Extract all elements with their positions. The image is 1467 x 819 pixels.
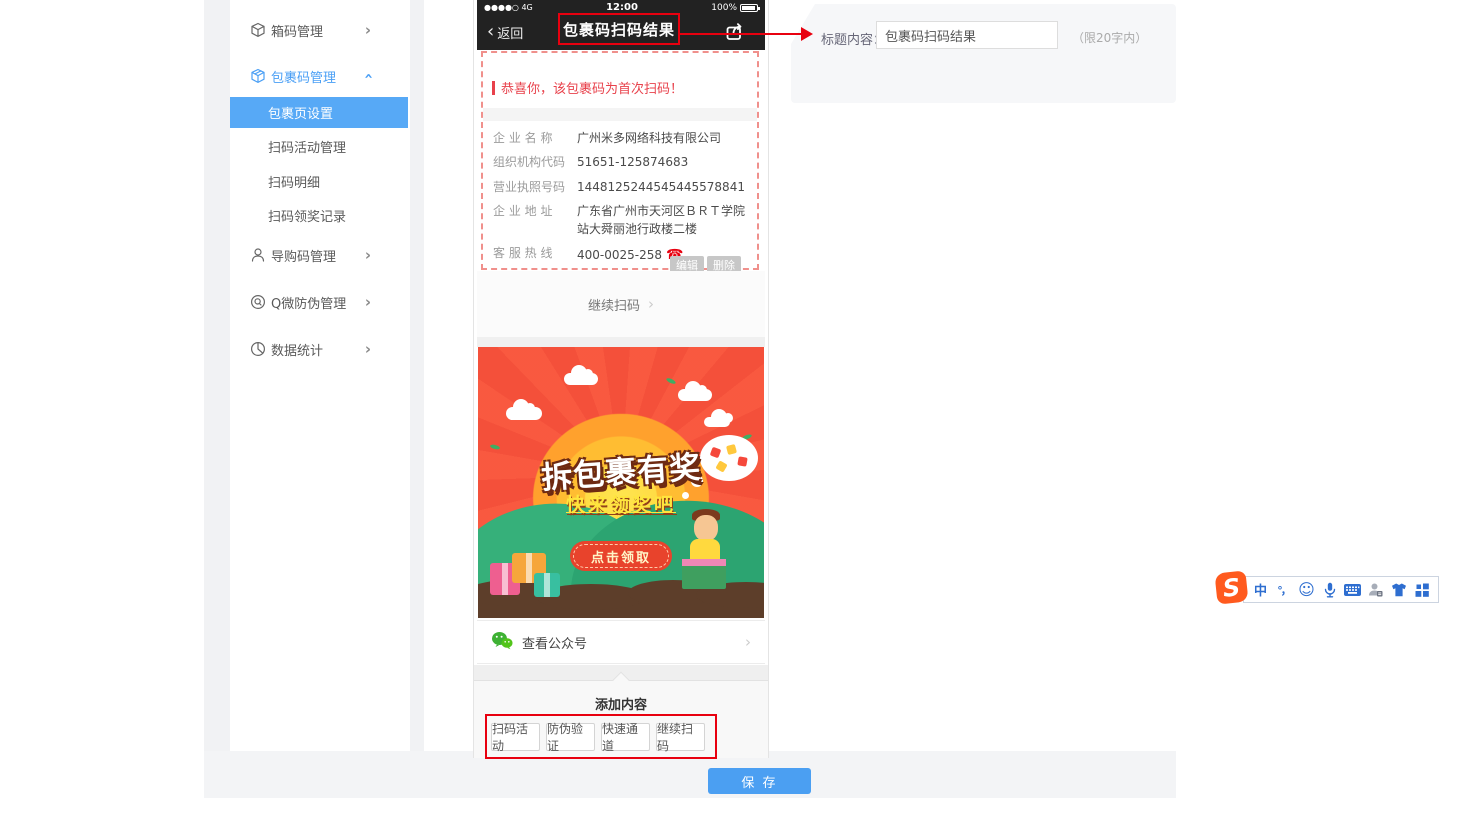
congrats-row: 恭喜你，该包裹码为首次扫码！ [492, 78, 683, 97]
microphone-icon[interactable] [1321, 581, 1339, 599]
official-account-label: 查看公众号 [522, 633, 587, 652]
ime-toolbar: 中 °， ☺ [1216, 572, 1440, 605]
phone-preview: ●●●●○ 4G 12:00 100% ‹ 返回 包裹码扫码结果 [473, 0, 769, 758]
chevron-right-icon: › [360, 246, 376, 264]
toolbox-grid-icon[interactable] [1413, 581, 1431, 599]
box-icon [250, 22, 266, 38]
keyboard-icon[interactable] [1344, 581, 1362, 599]
screen: 箱码管理 › 包裹码管理 › 包裹页设置 扫码活动管理 扫码明细 扫码领奖记录 … [0, 0, 1467, 819]
company-info-card: 恭喜你，该包裹码为首次扫码！ 企 业 名 称 广州米多网络科技有限公司 组织机构… [481, 51, 759, 270]
annotation-arrow-head [801, 27, 813, 41]
cloud [678, 389, 712, 401]
info-row-org-code: 组织机构代码 51651-125874683 [493, 154, 752, 171]
clock: 12:00 [606, 2, 638, 13]
add-continue-scan-button[interactable]: 继续扫码 [656, 723, 705, 751]
save-button[interactable]: 保 存 [708, 768, 811, 794]
gift-box [534, 573, 560, 597]
divider [483, 108, 757, 121]
sidebar-item-data-statistics[interactable]: 数据统计 › [230, 334, 410, 364]
person-icon [250, 247, 266, 263]
congrats-text: 恭喜你，该包裹码为首次扫码！ [501, 78, 683, 97]
add-anti-fake-verify-button[interactable]: 防伪验证 [546, 723, 595, 751]
battery-percent: 100% [711, 3, 737, 13]
add-scan-activity-button[interactable]: 扫码活动 [491, 723, 540, 751]
company-info-rows: 企 业 名 称 广州米多网络科技有限公司 组织机构代码 51651-125874… [493, 130, 752, 272]
sidebar-item-guide-code[interactable]: 导购码管理 › [230, 240, 410, 270]
sidebar-item-label: 导购码管理 [271, 246, 336, 265]
info-row-license-no: 营业执照号码 1448125244545445578841 [493, 179, 752, 196]
chevron-right-icon: › [745, 633, 751, 651]
info-row-address: 企 业 地 址 广东省广州市天河区ＢＲＴ学院站大舜丽池行政楼二楼 [493, 203, 752, 238]
sidebar-right-gutter [410, 0, 424, 751]
sidebar-item-scan-activity[interactable]: 扫码活动管理 [230, 131, 408, 161]
cloud [704, 417, 730, 427]
skin-shirt-icon[interactable] [1390, 581, 1408, 599]
ime-mode-chinese[interactable]: 中 [1252, 581, 1270, 599]
chevron-right-icon: › [360, 21, 376, 39]
sidebar-item-label: 箱码管理 [271, 21, 323, 40]
phone-navbar: ‹ 返回 包裹码扫码结果 [477, 14, 765, 50]
wechat-icon [491, 631, 513, 654]
continue-scan-row[interactable]: 继续扫码 › [477, 271, 765, 337]
info-row-company-name: 企 业 名 称 广州米多网络科技有限公司 [493, 130, 752, 147]
left-gutter [204, 0, 230, 751]
add-content-annotated-box: 扫码活动 防伪验证 快速通道 继续扫码 [485, 714, 717, 759]
sidebar-item-scan-detail[interactable]: 扫码明细 [230, 166, 408, 196]
back-button[interactable]: ‹ 返回 [487, 23, 523, 42]
promo-banner: 拆包裹有奖 快来领奖吧 点击领取 [478, 347, 764, 618]
pie-chart-icon [250, 341, 266, 357]
battery-icon [740, 4, 758, 12]
cloud [506, 407, 542, 420]
share-icon[interactable] [725, 20, 747, 42]
phone-statusbar-navbar: ●●●●○ 4G 12:00 100% ‹ 返回 包裹码扫码结果 [477, 0, 765, 50]
sidebar-item-scan-prize-records[interactable]: 扫码领奖记录 [230, 200, 408, 230]
add-content-panel: 添加内容 扫码活动 防伪验证 快速通道 继续扫码 [474, 680, 768, 758]
smiley-icon[interactable]: ☺ [1298, 581, 1316, 599]
phone-statusbar: ●●●●○ 4G 12:00 100% [477, 0, 765, 14]
sidebar-item-q-anti-fake[interactable]: Q微防伪管理 › [230, 287, 410, 317]
sidebar-item-label: Q微防伪管理 [271, 293, 346, 312]
claim-prize-button[interactable]: 点击领取 [573, 544, 669, 568]
q-shield-icon [250, 294, 266, 310]
chevron-right-icon: › [648, 295, 654, 313]
sidebar-item-label: 数据统计 [271, 340, 323, 359]
annotation-arrow-line [679, 33, 803, 35]
back-chevron-icon: ‹ [487, 23, 494, 41]
signal-indicator: ●●●●○ 4G [484, 3, 533, 12]
title-setting-callout: 标题内容： （限20字内） [791, 4, 1176, 103]
sidebar-item-package-page-settings[interactable]: 包裹页设置 [230, 97, 408, 128]
page-title-annotated: 包裹码扫码结果 [558, 13, 680, 45]
chevron-right-icon: › [360, 293, 376, 311]
divider [477, 337, 765, 347]
sidebar: 箱码管理 › 包裹码管理 › 包裹页设置 扫码活动管理 扫码明细 扫码领奖记录 … [230, 0, 410, 751]
add-content-title: 添加内容 [474, 694, 768, 713]
chevron-right-icon: › [360, 340, 376, 358]
red-bar [492, 81, 495, 95]
banner-subtitle: 快来领奖吧 [478, 490, 764, 517]
sidebar-item-label: 包裹码管理 [271, 67, 336, 86]
open-package [682, 559, 726, 589]
chevron-up-icon: › [359, 68, 377, 84]
official-account-row[interactable]: 查看公众号 › [477, 620, 765, 664]
title-content-input[interactable] [876, 21, 1058, 49]
ime-toolbar-box: 中 °， ☺ [1243, 576, 1439, 603]
package-icon [250, 68, 266, 84]
cloud [564, 373, 598, 385]
sidebar-item-box-code[interactable]: 箱码管理 › [230, 15, 410, 45]
char-limit-hint: （限20字内） [1072, 29, 1147, 46]
user-account-icon[interactable] [1367, 581, 1385, 599]
add-fast-channel-button[interactable]: 快速通道 [601, 723, 650, 751]
sogou-logo[interactable]: S [1214, 570, 1248, 604]
ime-punctuation-toggle[interactable]: °， [1275, 581, 1293, 599]
sidebar-item-package-code[interactable]: 包裹码管理 › [230, 61, 410, 91]
